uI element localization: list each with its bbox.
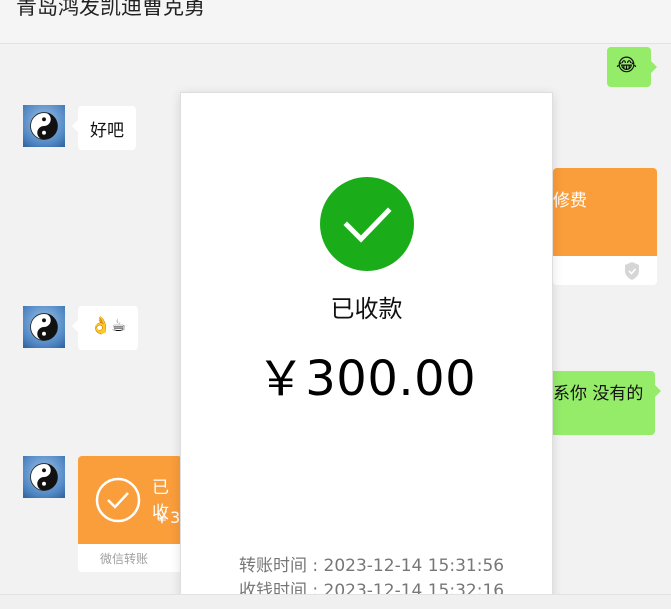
yin-yang-icon bbox=[30, 463, 58, 491]
transfer-footer: 微信转账 bbox=[78, 544, 182, 572]
transfer-amount: ￥300.00 bbox=[256, 351, 477, 407]
transfer-detail-modal[interactable]: 已收款 ￥300.00 转账时间 : 2023-12-14 15:31:56 收… bbox=[180, 92, 553, 609]
input-bar-edge bbox=[0, 594, 671, 609]
transfer-status: 已收款 bbox=[330, 295, 403, 323]
transfer-text-fragment: 修费 bbox=[553, 191, 587, 211]
check-circle-icon bbox=[95, 477, 141, 523]
message-bubble-right[interactable]: 系你 没有的 bbox=[553, 371, 661, 435]
avatar[interactable] bbox=[23, 105, 65, 147]
chat-header: 青岛鸿发凯迪曹克勇 bbox=[0, 0, 671, 44]
avatar[interactable] bbox=[23, 306, 65, 348]
message-text-fragment: 系你 没有的 bbox=[553, 384, 644, 404]
emoji-laugh: 😂 bbox=[616, 55, 638, 76]
message-text: 好吧 bbox=[90, 121, 124, 141]
success-check-icon bbox=[320, 177, 414, 271]
message-bubble-left[interactable]: 👌☕ bbox=[71, 306, 139, 350]
chat-title: 青岛鸿发凯迪曹克勇 bbox=[16, 0, 205, 19]
transfer-card-right[interactable]: 修费 bbox=[553, 168, 657, 285]
transfer-card-left[interactable]: 已收 ￥3 微信转账 bbox=[78, 456, 182, 572]
message-bubble-left[interactable]: 好吧 bbox=[72, 106, 136, 150]
shield-icon bbox=[625, 261, 639, 280]
message-bubble-right[interactable]: 😂 bbox=[607, 47, 657, 87]
transfer-time: 转账时间 : 2023-12-14 15:31:56 bbox=[239, 556, 505, 576]
yin-yang-icon bbox=[30, 112, 58, 140]
avatar[interactable] bbox=[23, 456, 65, 498]
transfer-amount-fragment: ￥3 bbox=[154, 508, 181, 527]
yin-yang-icon bbox=[30, 313, 58, 341]
message-emoji: 👌☕ bbox=[90, 316, 127, 336]
